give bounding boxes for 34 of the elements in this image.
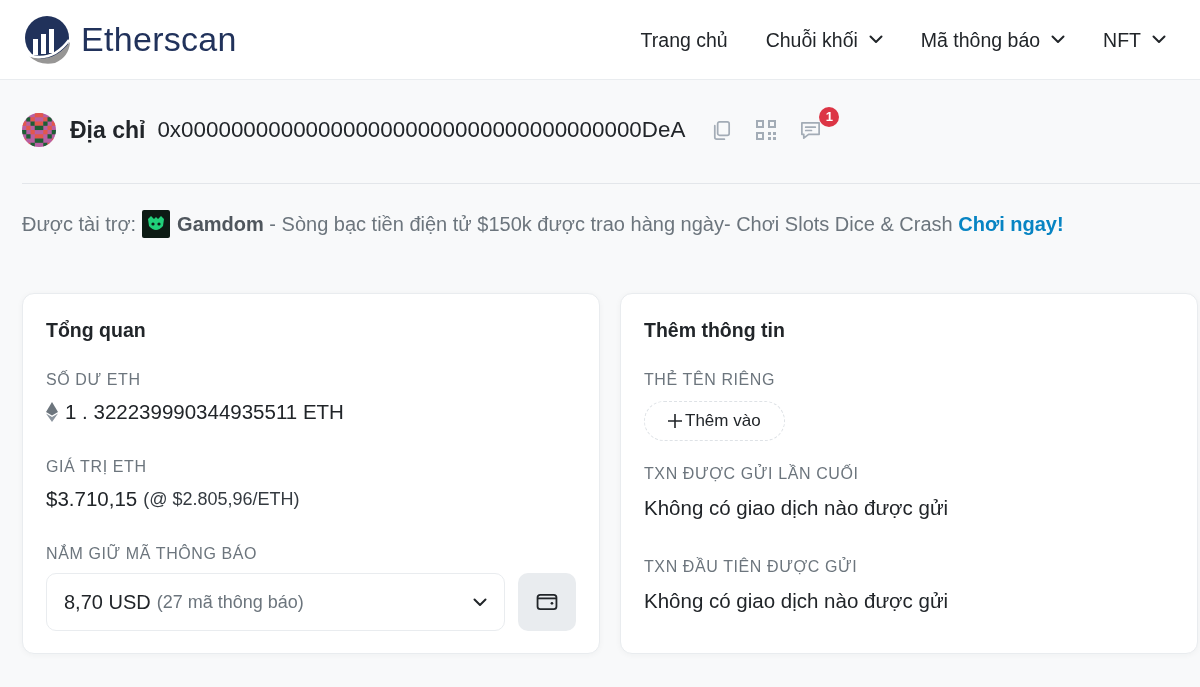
nav-link[interactable]: NFT (1103, 26, 1166, 53)
field-label: TXN ĐẦU TIÊN ĐƯỢC GỬI (644, 557, 859, 577)
wallet-icon (536, 593, 558, 611)
field-label: GIÁ TRỊ ETH (46, 457, 148, 477)
field-value: Không có giao dịch nào được gửi (644, 495, 950, 521)
nav-link[interactable]: Trang chủ (640, 26, 728, 53)
play-now-link[interactable]: Chơi ngay! (958, 213, 1064, 235)
eth-value: $3.710,15 (46, 486, 138, 512)
sponsor-logo-icon (142, 210, 171, 238)
plus-icon (667, 413, 683, 429)
logo-icon (22, 14, 72, 65)
nav-link[interactable]: Mã thông báo (920, 26, 1066, 53)
address-hash: 0x0000000000000000000000000000000000000DeA (157, 116, 686, 144)
card-title: Thêm thông tin (644, 318, 786, 342)
eth-rate: (@ $2.805,96/ETH) (143, 488, 300, 511)
identicon-icon (22, 113, 56, 147)
field-label: SỐ DƯ ETH (46, 370, 142, 390)
nav-link[interactable]: Chuỗi khối (765, 26, 883, 53)
notification-badge: 1 (819, 106, 840, 127)
ethereum-icon (46, 402, 58, 422)
address-title: Địa chỉ (70, 116, 146, 145)
logo-text[interactable]: Etherscan (81, 20, 237, 59)
field-label: THẺ TÊN RIÊNG (644, 370, 777, 390)
card-title: Tổng quan (46, 318, 147, 342)
add-name-tag-button[interactable]: Thêm vào (644, 401, 785, 441)
eth-balance-value: 1 . 322239990344935511 ETH (65, 399, 344, 425)
token-holdings-dropdown[interactable]: 8,70 USD (27 mã thông báo) (46, 573, 505, 631)
field-label: NẮM GIỮ MÃ THÔNG BÁO (46, 544, 259, 564)
field-label: TXN ĐƯỢC GỬI LẦN CUỐI (644, 464, 860, 484)
chevron-down-icon (473, 597, 487, 607)
sponsor-text: Gamdom - Sòng bạc tiền điện tử $150k được trao hàng ngày- Chơi Slots Dice & Crash Chơi ngay! (177, 212, 1064, 237)
sponsor-label: Được tài trợ: (22, 212, 137, 237)
wallet-button[interactable] (518, 573, 576, 631)
field-value: Không có giao dịch nào được gửi (644, 588, 950, 614)
